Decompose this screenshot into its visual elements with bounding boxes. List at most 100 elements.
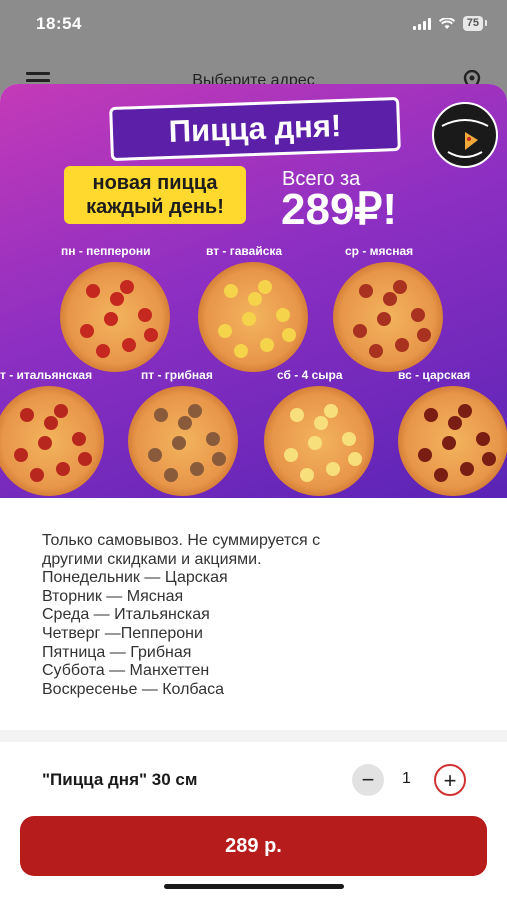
description-line: другими скидками и акциями.: [42, 550, 262, 568]
day-label: пт - грибная: [141, 368, 213, 382]
pizza-topping: [418, 448, 432, 462]
pizza-topping: [369, 344, 383, 358]
pizza-topping: [442, 436, 456, 450]
description-line: Вторник — Мясная: [42, 587, 184, 605]
pizza-topping: [284, 448, 298, 462]
pizza-topping: [348, 452, 362, 466]
pizza-topping: [110, 292, 124, 306]
description-line: Воскресенье — Колбаса: [42, 680, 225, 698]
section-divider: [0, 730, 507, 742]
day-label: ср - мясная: [345, 244, 414, 258]
pizza-topping: [458, 404, 472, 418]
pizza-topping: [80, 324, 94, 338]
pizza-topping: [178, 416, 192, 430]
pizza-topping: [326, 462, 340, 476]
pizza-topping: [138, 308, 152, 322]
product-description: Только самовывоз. Не суммируется с други…: [42, 532, 472, 699]
pizza-image: [264, 386, 374, 496]
pizza-topping: [460, 462, 474, 476]
pizza-topping: [172, 436, 186, 450]
promo-banner: Пицца дня! новая пицца каждый день! Всег…: [0, 84, 507, 498]
status-bar: 18:54 75: [0, 0, 507, 52]
pizza-topping: [104, 312, 118, 326]
decrease-quantity-button[interactable]: −: [352, 764, 384, 796]
description-line: Четверг —Пепперони: [42, 624, 203, 642]
pizza-topping: [86, 284, 100, 298]
pizza-image: [398, 386, 507, 496]
pizza-topping: [148, 448, 162, 462]
add-to-cart-button[interactable]: 289 р.: [20, 816, 487, 876]
banner-price: 289₽!: [281, 185, 398, 234]
day-label: вт - гавайска: [206, 244, 283, 258]
pizza-topping: [234, 344, 248, 358]
day-label: сб - 4 сыра: [277, 368, 343, 382]
pizza-topping: [188, 404, 202, 418]
status-time: 18:54: [36, 14, 82, 33]
pizza-topping: [206, 432, 220, 446]
pizza-topping: [122, 338, 136, 352]
brand-logo-art: [441, 119, 489, 158]
wifi-icon: [438, 17, 455, 29]
pizza-topping: [417, 328, 431, 342]
pizza-topping: [224, 284, 238, 298]
increase-quantity-button[interactable]: +: [434, 764, 466, 796]
description-line: Суббота — Манхеттен: [42, 662, 210, 680]
cellular-signal-icon: [412, 17, 431, 30]
pizza-topping: [248, 292, 262, 306]
pizza-topping: [308, 436, 322, 450]
pizza-topping: [411, 308, 425, 322]
pizza-topping: [212, 452, 226, 466]
pizza-topping: [359, 284, 373, 298]
pizza-topping: [44, 416, 58, 430]
pizza-topping: [300, 468, 314, 482]
pizza-topping: [190, 462, 204, 476]
battery-icon: 75: [462, 16, 488, 31]
pizza-topping: [154, 408, 168, 422]
pizza-topping: [14, 448, 28, 462]
pizza-topping: [476, 432, 490, 446]
pizza-topping: [218, 324, 232, 338]
pizza-topping: [38, 436, 52, 450]
pizza-topping: [353, 324, 367, 338]
pizza-topping: [54, 404, 68, 418]
pizza-topping: [276, 308, 290, 322]
pizza-topping: [30, 468, 44, 482]
pizza-topping: [144, 328, 158, 342]
home-indicator: [164, 884, 344, 889]
pizza-topping: [395, 338, 409, 352]
pizza-topping: [282, 328, 296, 342]
pizza-topping: [424, 408, 438, 422]
pizza-topping: [482, 452, 496, 466]
pizza-topping: [120, 280, 134, 294]
pizza-image: [60, 262, 170, 372]
day-label: т - итальянская: [0, 368, 93, 382]
pizza-image: [198, 262, 308, 372]
brand-logo: [432, 102, 498, 168]
pizza-topping: [324, 404, 338, 418]
description-line: Только самовывоз. Не суммируется с: [42, 532, 321, 549]
pizza-topping: [96, 344, 110, 358]
status-icons: 75: [412, 16, 488, 31]
quantity-value: 1: [402, 770, 411, 787]
description-line: Понедельник — Царская: [42, 569, 228, 587]
pizza-topping: [377, 312, 391, 326]
banner-title: Пицца дня!: [109, 96, 401, 162]
pizza-topping: [314, 416, 328, 430]
pizza-topping: [258, 280, 272, 294]
pizza-image: [0, 386, 104, 496]
day-label: вс - царская: [398, 368, 471, 382]
day-label: пн - пепперони: [61, 244, 151, 258]
product-sheet: Пицца дня! новая пицца каждый день! Всег…: [0, 84, 507, 900]
tagline-badge: новая пицца каждый день!: [64, 166, 246, 224]
pizza-topping: [290, 408, 304, 422]
pizza-topping: [20, 408, 34, 422]
tagline-line-1: новая пицца: [92, 172, 218, 194]
pizza-topping: [78, 452, 92, 466]
pizza-topping: [164, 468, 178, 482]
pizza-topping: [72, 432, 86, 446]
pizza-image: [128, 386, 238, 496]
product-name: "Пицца дня" 30 см: [42, 770, 198, 789]
pizza-topping: [393, 280, 407, 294]
pizza-topping: [260, 338, 274, 352]
pizza-image: [333, 262, 443, 372]
